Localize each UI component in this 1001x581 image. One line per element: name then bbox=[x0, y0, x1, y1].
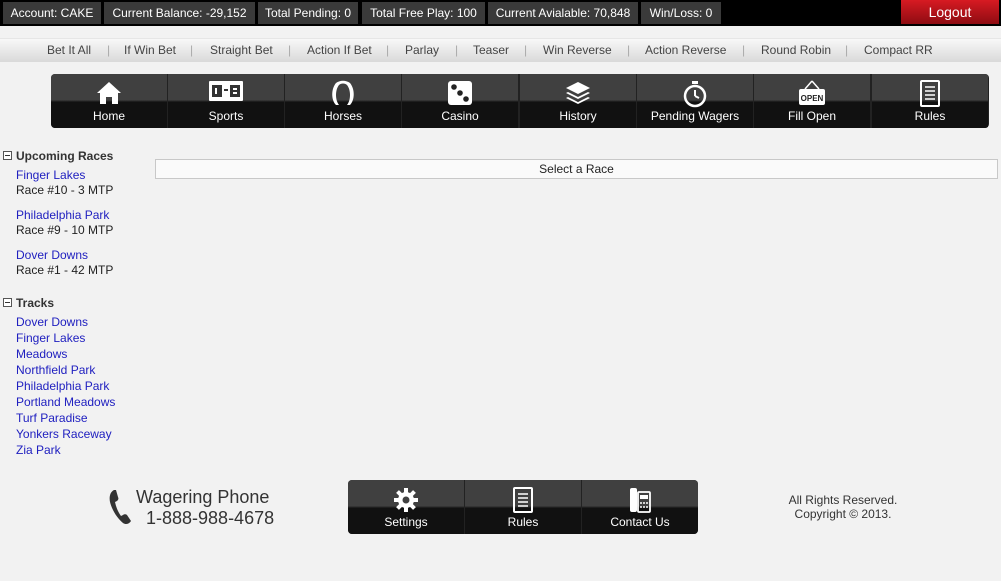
footer-settings-button[interactable]: Settings bbox=[348, 480, 464, 534]
upcoming-track-link[interactable]: Philadelphia Park bbox=[16, 208, 109, 222]
track-link[interactable]: Northfield Park bbox=[16, 363, 95, 377]
bet-menu-item[interactable]: Straight Bet bbox=[210, 43, 273, 57]
menu-divider: | bbox=[742, 43, 746, 57]
upcoming-races-toggle[interactable]: Upcoming Races bbox=[3, 149, 113, 163]
home-icon bbox=[51, 80, 167, 108]
track-link[interactable]: Dover Downs bbox=[16, 315, 88, 329]
footer-nav: Settings Rules Contact Us bbox=[348, 480, 698, 534]
bet-menu-item[interactable]: Action If Bet bbox=[307, 43, 372, 57]
upcoming-track-link[interactable]: Dover Downs bbox=[16, 248, 88, 262]
gear-icon bbox=[348, 487, 464, 513]
nav-label: Sports bbox=[208, 109, 244, 123]
menu-divider: | bbox=[190, 43, 194, 57]
track-link[interactable]: Portland Meadows bbox=[16, 395, 115, 409]
total-free-play: Total Free Play: 100 bbox=[362, 2, 485, 24]
account-label: Account: CAKE bbox=[3, 2, 101, 24]
dice-icon bbox=[402, 80, 518, 108]
open-sign-text: OPEN bbox=[801, 94, 824, 103]
menu-divider: | bbox=[288, 43, 292, 57]
total-pending: Total Pending: 0 bbox=[258, 2, 358, 24]
upcoming-track-link[interactable]: Finger Lakes bbox=[16, 168, 85, 182]
bet-menu-item[interactable]: Teaser bbox=[473, 43, 509, 57]
footer-nav-label: Contact Us bbox=[610, 515, 670, 529]
win-loss: Win/Loss: 0 bbox=[641, 2, 721, 24]
bet-menu-item[interactable]: Bet It All bbox=[47, 43, 91, 57]
stopwatch-icon bbox=[637, 80, 753, 108]
main-nav: Home Sports Horses Casino History Pendin… bbox=[51, 74, 989, 128]
phone-number: 1-888-988-4678 bbox=[146, 508, 275, 528]
upcoming-races-title: Upcoming Races bbox=[16, 149, 114, 163]
collapse-icon bbox=[3, 298, 12, 307]
footer-contact-button[interactable]: Contact Us bbox=[582, 480, 698, 534]
bet-menu-item[interactable]: Action Reverse bbox=[645, 43, 726, 57]
document-icon bbox=[872, 80, 988, 108]
nav-history[interactable]: History bbox=[520, 74, 636, 128]
track-link[interactable]: Meadows bbox=[16, 347, 67, 361]
phone-icon bbox=[108, 489, 134, 530]
menu-divider: | bbox=[627, 43, 631, 57]
telephone-icon bbox=[582, 487, 698, 513]
copyright-text: Copyright © 2013. bbox=[794, 507, 892, 521]
upcoming-race-info: Race #9 - 10 MTP bbox=[16, 223, 114, 237]
footer-nav-label: Settings bbox=[384, 515, 428, 529]
horseshoe-icon bbox=[285, 80, 401, 108]
nav-label: Horses bbox=[323, 109, 362, 123]
bet-menu-item[interactable]: If Win Bet bbox=[124, 43, 176, 57]
nav-label: Pending Wagers bbox=[650, 109, 740, 123]
open-sign-icon: OPEN bbox=[754, 80, 870, 108]
nav-label: History bbox=[559, 109, 597, 123]
menu-divider: | bbox=[455, 43, 459, 57]
nav-label: Home bbox=[92, 109, 125, 123]
layers-icon bbox=[520, 80, 636, 108]
track-link[interactable]: Zia Park bbox=[16, 443, 61, 457]
scoreboard-icon bbox=[168, 80, 284, 108]
nav-casino[interactable]: Casino bbox=[402, 74, 518, 128]
nav-label: Fill Open bbox=[787, 109, 837, 123]
bet-menu-item[interactable]: Compact RR bbox=[864, 43, 933, 57]
upcoming-race-info: Race #10 - 3 MTP bbox=[16, 183, 114, 197]
document-icon bbox=[465, 487, 581, 513]
footer-rules-button[interactable]: Rules bbox=[465, 480, 581, 534]
menu-divider: | bbox=[845, 43, 849, 57]
nav-fill-open[interactable]: OPEN Fill Open bbox=[754, 74, 870, 128]
menu-divider: | bbox=[107, 43, 111, 57]
menu-divider: | bbox=[386, 43, 390, 57]
logout-button[interactable]: Logout bbox=[901, 0, 999, 24]
tracks-title: Tracks bbox=[16, 296, 55, 310]
track-link[interactable]: Yonkers Raceway bbox=[16, 427, 112, 441]
rights-text: All Rights Reserved. bbox=[788, 493, 898, 507]
nav-rules[interactable]: Rules bbox=[872, 74, 988, 128]
nav-pending-wagers[interactable]: Pending Wagers bbox=[637, 74, 753, 128]
nav-sports[interactable]: Sports bbox=[168, 74, 284, 128]
nav-label: Casino bbox=[441, 109, 479, 123]
collapse-icon bbox=[3, 151, 12, 160]
track-link[interactable]: Turf Paradise bbox=[16, 411, 88, 425]
current-available: Current Avialable: 70,848 bbox=[488, 2, 638, 24]
nav-home[interactable]: Home bbox=[51, 74, 167, 128]
footer-nav-label: Rules bbox=[507, 515, 539, 529]
tracks-toggle[interactable]: Tracks bbox=[3, 296, 54, 310]
menu-divider: | bbox=[524, 43, 528, 57]
bet-menu-item[interactable]: Win Reverse bbox=[543, 43, 612, 57]
bet-menu-item[interactable]: Round Robin bbox=[761, 43, 831, 57]
track-link[interactable]: Philadelphia Park bbox=[16, 379, 109, 393]
bet-type-menu: Bet It All | If Win Bet | Straight Bet |… bbox=[0, 38, 1001, 62]
bet-menu-item[interactable]: Parlay bbox=[405, 43, 439, 57]
wagering-phone: Wagering Phone 1-888-988-4678 bbox=[108, 487, 308, 533]
upcoming-race-info: Race #1 - 42 MTP bbox=[16, 263, 114, 277]
select-race-header: Select a Race bbox=[155, 159, 998, 179]
nav-horses[interactable]: Horses bbox=[285, 74, 401, 128]
track-link[interactable]: Finger Lakes bbox=[16, 331, 85, 345]
nav-label: Rules bbox=[914, 109, 946, 123]
phone-title: Wagering Phone bbox=[136, 487, 270, 507]
account-bar: Account: CAKE Current Balance: -29,152 T… bbox=[0, 0, 1001, 26]
copyright: All Rights Reserved. Copyright © 2013. bbox=[778, 493, 908, 521]
current-balance: Current Balance: -29,152 bbox=[104, 2, 255, 24]
